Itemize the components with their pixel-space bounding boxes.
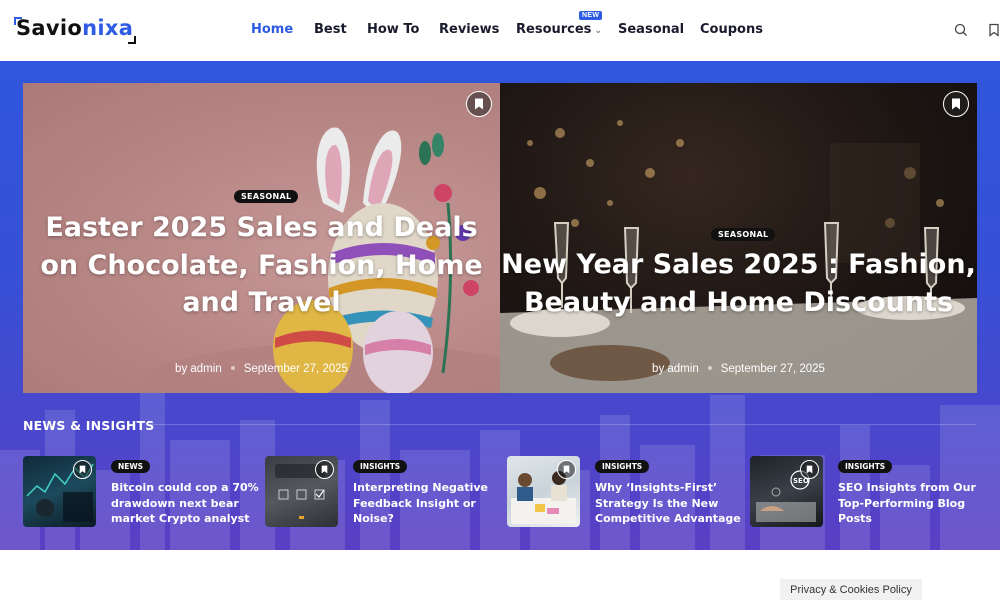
category-badge[interactable]: INSIGHTS <box>838 460 893 473</box>
news-item[interactable]: NEWS Bitcoin could cop a 70% drawdown ne… <box>23 456 263 528</box>
new-badge: NEW <box>579 11 603 20</box>
site-logo[interactable]: Savionixa <box>14 16 137 44</box>
featured-card-new-year[interactable]: SEASONAL New Year Sales 2025 : Fashion, … <box>500 83 977 393</box>
news-title[interactable]: Bitcoin could cop a 70% drawdown next be… <box>111 480 261 527</box>
bookmark-icon[interactable] <box>986 22 1000 38</box>
featured-meta: by admin September 27, 2025 <box>23 363 500 375</box>
search-icon[interactable] <box>953 22 969 38</box>
meta-separator <box>707 366 712 370</box>
bookmark-icon[interactable] <box>943 91 969 117</box>
featured-card-easter[interactable]: SEASONAL Easter 2025 Sales and Deals on … <box>23 83 500 393</box>
news-item[interactable]: INSIGHTS Why ‘Insights-First’ Strategy I… <box>507 456 747 528</box>
news-thumbnail[interactable] <box>265 456 338 527</box>
author-name[interactable]: by admin <box>175 363 222 375</box>
bookmark-icon[interactable] <box>557 460 576 479</box>
news-thumbnail[interactable] <box>23 456 96 527</box>
section-title: NEWS & INSIGHTS <box>23 418 155 433</box>
category-badge[interactable]: NEWS <box>111 460 151 473</box>
featured-title[interactable]: New Year Sales 2025 : Fashion, Beauty an… <box>500 246 977 321</box>
category-badge[interactable]: SEASONAL <box>234 190 299 203</box>
news-thumbnail[interactable]: SEO <box>750 456 823 527</box>
section-divider <box>150 424 976 425</box>
bookmark-icon[interactable] <box>315 460 334 479</box>
nav-seasonal[interactable]: Seasonal <box>618 22 684 37</box>
post-date: September 27, 2025 <box>720 363 825 375</box>
site-header: Savionixa Home Best How To Reviews Resou… <box>0 0 1000 62</box>
nav-home[interactable]: Home <box>251 22 293 37</box>
bookmark-icon[interactable] <box>466 91 492 117</box>
bookmark-icon[interactable] <box>73 460 92 479</box>
nav-reviews[interactable]: Reviews <box>439 22 499 37</box>
nav-coupons[interactable]: Coupons <box>700 22 763 37</box>
category-badge[interactable]: INSIGHTS <box>595 460 650 473</box>
logo-text-part1: Savio <box>16 16 83 40</box>
nav-best[interactable]: Best <box>314 22 347 37</box>
logo-bracket-right <box>128 36 137 44</box>
category-badge[interactable]: INSIGHTS <box>353 460 408 473</box>
author-name[interactable]: by admin <box>652 363 699 375</box>
news-title[interactable]: Interpreting Negative Feedback Insight o… <box>353 480 503 527</box>
bookmark-icon[interactable] <box>800 460 819 479</box>
hero-band: SEASONAL Easter 2025 Sales and Deals on … <box>0 61 1000 550</box>
meta-separator <box>230 366 235 370</box>
nav-resources-label: Resources <box>516 22 592 37</box>
logo-text-part2: nixa <box>82 16 134 40</box>
news-title[interactable]: Why ‘Insights-First’ Strategy Is the New… <box>595 480 745 527</box>
nav-resources[interactable]: Resources ⌄ <box>516 22 602 37</box>
privacy-policy-button[interactable]: Privacy & Cookies Policy <box>780 579 922 600</box>
featured-meta: by admin September 27, 2025 <box>500 363 977 375</box>
news-thumbnail[interactable] <box>507 456 580 527</box>
nav-how-to[interactable]: How To <box>367 22 419 37</box>
logo-bracket-left <box>14 17 22 25</box>
category-badge[interactable]: SEASONAL <box>711 228 776 241</box>
featured-title[interactable]: Easter 2025 Sales and Deals on Chocolate… <box>23 209 500 322</box>
news-item[interactable]: INSIGHTS Interpreting Negative Feedback … <box>265 456 505 528</box>
news-item[interactable]: SEO INSIGHTS SEO Insights from Our Top-P… <box>750 456 990 528</box>
chevron-down-icon: ⌄ <box>594 26 602 36</box>
news-title[interactable]: SEO Insights from Our Top-Performing Blo… <box>838 480 988 527</box>
post-date: September 27, 2025 <box>243 363 348 375</box>
